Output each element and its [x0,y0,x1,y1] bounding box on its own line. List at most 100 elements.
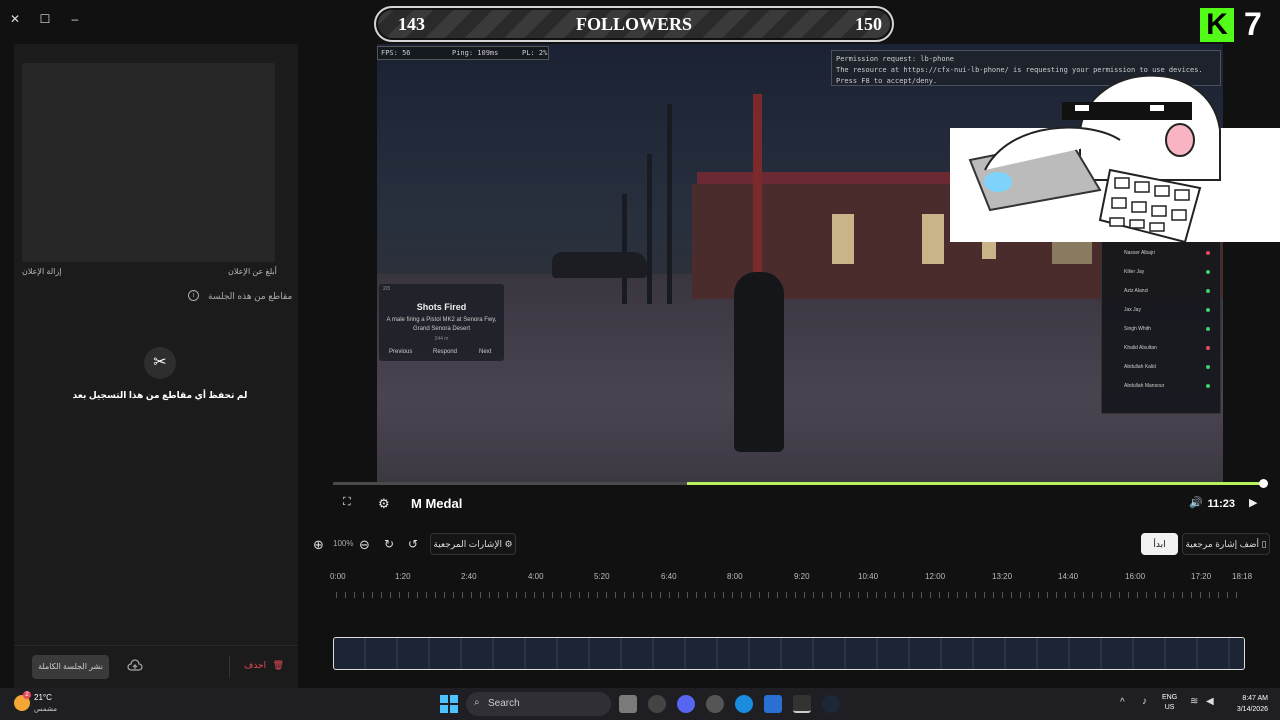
task-view-icon[interactable] [619,695,637,713]
tray-chevron-icon[interactable]: ^ [1120,697,1125,708]
volume-icon[interactable]: 🔊 [1189,496,1203,509]
current-time: 11:23 [1207,498,1235,510]
lang-region: US [1164,704,1175,711]
scene-palm [647,154,652,304]
ruler-ticks [336,592,1240,598]
divider [14,645,298,646]
start-cut-button[interactable]: ابدأ القص [1141,533,1178,569]
close-button[interactable]: ✕ [6,10,24,28]
tick-label: 10:40 [858,572,879,581]
tick-label: 14:40 [1058,572,1079,581]
bookmarks-button[interactable]: الإشارات المرجعية ⚙ [430,533,516,555]
alert-body: A male firing a Pistol MK2 at Senora Fwy… [386,317,497,332]
bookmark-icon: ▯ [1261,539,1267,549]
report-ad-link[interactable]: أبلغ عن الإعلان [228,267,277,276]
cat-keyboard-overlay [950,60,1280,244]
tick-label: 12:00 [925,572,946,581]
clips-header: مقاطع من هذه الجلسة [208,291,293,301]
tick-label: 5:20 [594,572,610,581]
alert-next: Next [479,349,492,355]
tick-label: 8:00 [727,572,743,581]
goal-label: FOLLOWERS [575,14,693,34]
player-name: Abdullah Mansour [1124,383,1165,389]
tick-label: 6:40 [661,572,677,581]
play-icon[interactable]: ▶ [1249,496,1257,509]
steam-icon[interactable] [822,695,840,713]
left-panel: إزالة الإعلان أبلغ عن الإعلان مقاطع من ه… [14,44,298,688]
tick-label: 1:20 [395,572,411,581]
volume-icon[interactable]: ◀ [1206,696,1214,707]
windows-start-icon[interactable] [440,695,458,713]
discord-icon[interactable] [677,695,695,713]
minimize-button[interactable]: – [66,10,84,28]
medal-logo-icon: M [411,496,422,511]
store-icon[interactable] [764,695,782,713]
scene-car [552,252,647,278]
fullscreen-icon[interactable]: ⛶ [343,496,351,509]
medal-taskbar-icon[interactable] [793,695,811,713]
player-list: Nasser Albajri Killer Jay Aziz Alanzi Ja… [1101,239,1221,414]
alert-respond: Respond [433,349,458,355]
player-name: Khalid Alsultan [1124,345,1157,351]
scene-palm [622,194,627,304]
weather-badge: 2 [23,691,31,699]
clock-date: 3/14/2026 [1236,706,1268,713]
tick-label: 0:00 [330,572,346,581]
taskbar-search[interactable]: ⌕ Search [466,692,611,716]
medal-brand-label: Medal [425,496,463,511]
bookmarks-label: الإشارات المرجعية [433,539,502,549]
gear-icon[interactable]: ⚙ [378,496,390,512]
wifi-icon[interactable]: ≋ [1190,696,1198,707]
search-icon: ⌕ [474,697,480,708]
scissors-icon: ✂ [144,347,176,379]
divider [229,656,230,678]
dispatch-alert: 2/3 Shots Fired A male firing a Pistol M… [379,284,504,361]
empty-clips-message: لم تحفظ أي مقاطع من هذا التسجيل بعد [72,390,248,400]
redo-icon[interactable]: ↻ [384,537,394,551]
player-name: Singh Whith [1124,326,1151,332]
tick-label: 17:20 [1191,572,1212,581]
remove-ad-link[interactable]: إزالة الإعلان [22,267,61,276]
alert-previous: Previous [389,349,413,355]
player-name: Nasser Albajri [1124,250,1155,256]
scene-player-character [734,272,784,452]
delete-label: احذف [244,660,267,670]
tick-label: 2:40 [461,572,477,581]
ping-stat: Ping: 109ms [452,49,499,57]
lang-code: ENG [1162,694,1178,701]
undo-icon[interactable]: ↺ [408,537,418,551]
taskbar: 2 21°C مشمس ⌕ Search ^ ♪ ENG US ≋ ◀ 8:47… [0,688,1280,720]
weather-temp: 21°C [34,693,52,702]
timeline-ruler[interactable]: 0:00 1:20 2:40 4:00 5:20 6:40 8:00 9:20 … [330,570,1252,600]
alert-distance: 344 m [434,336,449,342]
maximize-button[interactable]: ☐ [36,10,54,28]
info-icon[interactable]: i [188,290,199,301]
alert-counter: 2/3 [383,286,390,292]
fps-stat: FPS: 56 [381,49,411,57]
upload-icon[interactable] [127,659,145,675]
settings-app-icon[interactable] [648,695,666,713]
window-controls: ✕ ☐ – [0,0,90,40]
followers-goal-bar: 143 FOLLOWERS 150 [374,6,894,42]
playback-progress-handle[interactable] [1259,479,1268,488]
trash-icon: 🗑 [272,660,285,670]
delete-button[interactable]: احذف 🗑 [244,660,284,676]
edge-icon[interactable] [735,695,753,713]
tick-label: 16:00 [1125,572,1146,581]
player-name: Aziz Alanzi [1124,288,1149,294]
zoom-level: 100% [333,539,354,548]
microphone-icon[interactable]: ♪ [1142,696,1147,707]
net-stats: FPS: 56 Ping: 109ms PL: 2% [377,46,549,60]
language-indicator[interactable]: ENG US [1162,693,1177,713]
ad-preview [22,63,275,262]
medal-app-window: ✕ ☐ – إزالة الإعلان أبلغ عن الإعلان مقاط… [0,0,1280,720]
publish-session-button[interactable]: نشر الجلسة الكاملة [32,655,109,679]
clock[interactable]: 8:47 AM 3/14/2026 [1224,693,1268,715]
zoom-out-icon[interactable]: ⊖ [359,537,370,553]
clip-track[interactable] [333,637,1245,670]
add-bookmark-button[interactable]: أضف إشارة مرجعية ▯ [1182,533,1270,555]
player-name: Killer Jay [1124,269,1145,275]
player-controls: ⛶ ⚙ M Medal 🔊 11:23 ▶ [333,492,1265,516]
app-icon[interactable] [706,695,724,713]
zoom-in-icon[interactable]: ⊕ [313,537,324,553]
